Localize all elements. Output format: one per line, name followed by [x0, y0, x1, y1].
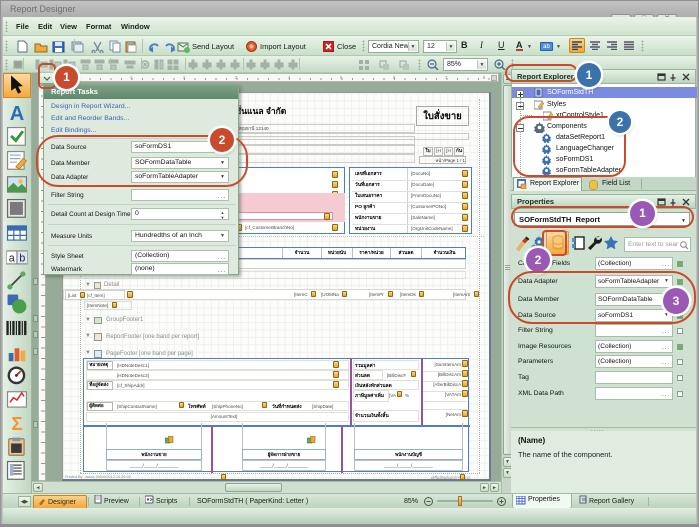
- svg-text:A: A: [10, 103, 24, 125]
- svg-text:Σ: Σ: [11, 413, 22, 434]
- svg-text:b: b: [19, 253, 25, 265]
- svg-text:a: a: [9, 253, 15, 265]
